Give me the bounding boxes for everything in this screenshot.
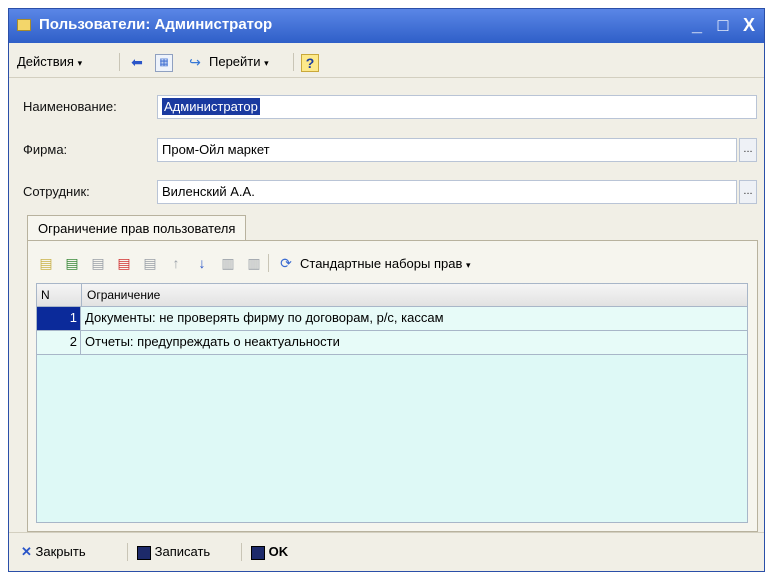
column-header-restriction[interactable]: Ограничение (87, 284, 160, 306)
form-icon (17, 19, 31, 31)
add-row-icon[interactable]: ▤ (36, 253, 56, 273)
firm-select-button[interactable]: ... (739, 138, 757, 162)
save-button[interactable]: Записать (137, 542, 210, 562)
goto-icon[interactable]: ↪ (185, 52, 205, 72)
actions-label: Действия (17, 54, 74, 69)
add-child-row-icon[interactable]: ▤ (62, 253, 82, 273)
save-label: Записать (154, 544, 211, 559)
firm-label: Фирма: (23, 142, 68, 157)
row-number: 2 (37, 331, 81, 354)
sort-asc-icon[interactable]: ▥ (218, 253, 238, 273)
table-row[interactable]: 2 Отчеты: предупреждать о неактуальности (37, 331, 747, 355)
table-row[interactable]: 1 Документы: не проверять фирму по догов… (37, 307, 747, 331)
actions-menu[interactable]: Действия ▾ (17, 51, 82, 73)
toolbar-divider (293, 53, 294, 71)
column-header-n[interactable]: N (41, 284, 50, 306)
standard-sets-menu[interactable]: Стандартные наборы прав ▾ (300, 251, 471, 277)
tab-user-rights-restriction[interactable]: Ограничение прав пользователя (27, 215, 247, 241)
close-window-button[interactable]: X (740, 14, 758, 36)
minimize-button[interactable]: _ (688, 14, 706, 36)
back-arrow-icon[interactable]: ⬅ (127, 52, 147, 72)
help-icon[interactable]: ? (301, 54, 319, 72)
close-label: Закрыть (35, 544, 86, 559)
column-divider (81, 284, 82, 306)
goto-label: Перейти (209, 54, 261, 69)
standard-sets-icon[interactable]: ⟳ (276, 253, 296, 273)
dropdown-arrow-icon: ▾ (264, 58, 269, 68)
table-header: N Ограничение (37, 284, 747, 307)
close-button[interactable]: ✕ Закрыть (21, 542, 86, 562)
structure-icon[interactable]: ▦ (155, 54, 173, 72)
save-close-icon (251, 545, 265, 560)
dropdown-arrow-icon: ▾ (77, 58, 83, 68)
ok-label: OK (268, 544, 289, 559)
row-restriction: Отчеты: предупреждать о неактуальности (85, 334, 340, 349)
sort-desc-icon[interactable]: ▥ (244, 253, 264, 273)
toolbar-divider (119, 53, 120, 71)
title-bar[interactable]: Пользователи: Администратор _ □ X (9, 9, 764, 43)
tab-panel: ▤ ▤ ▤ ▤ ▤ ↑ ↓ ▥ ▥ ⟳ Стандартные наборы п… (27, 240, 758, 532)
dropdown-arrow-icon: ▾ (466, 260, 471, 270)
close-icon: ✕ (21, 544, 32, 559)
footer-divider (241, 543, 242, 561)
window-title: Пользователи: Администратор (39, 16, 273, 33)
user-form-window: Пользователи: Администратор _ □ X Действ… (8, 8, 765, 572)
ok-button[interactable]: OK (251, 542, 288, 562)
move-down-icon[interactable]: ↓ (192, 253, 212, 273)
save-icon (137, 545, 151, 560)
toolbar-divider (268, 254, 269, 272)
delete-row-icon[interactable]: ▤ (114, 253, 134, 273)
edit-row-icon[interactable]: ▤ (140, 253, 160, 273)
maximize-button[interactable]: □ (714, 14, 732, 36)
copy-row-icon[interactable]: ▤ (88, 253, 108, 273)
employee-field[interactable]: Виленский А.А. (157, 180, 737, 204)
name-value: Администратор (162, 98, 260, 115)
move-up-icon[interactable]: ↑ (166, 253, 186, 273)
employee-label: Сотрудник: (23, 184, 90, 199)
main-toolbar: Действия ▾ ⬅ ▦ ↪ Перейти ▾ ? (9, 47, 764, 78)
footer-bar: ✕ Закрыть Записать OK (9, 532, 764, 571)
name-label: Наименование: (23, 99, 117, 114)
standard-sets-label: Стандартные наборы прав (300, 256, 463, 271)
firm-field[interactable]: Пром-Ойл маркет (157, 138, 737, 162)
row-number: 1 (37, 307, 81, 330)
restrictions-table[interactable]: N Ограничение 1 Документы: не проверять … (36, 283, 748, 523)
name-field[interactable]: Администратор (157, 95, 757, 119)
row-restriction: Документы: не проверять фирму по договор… (85, 310, 444, 325)
employee-select-button[interactable]: ... (739, 180, 757, 204)
goto-menu[interactable]: Перейти ▾ (209, 51, 269, 73)
footer-divider (127, 543, 128, 561)
